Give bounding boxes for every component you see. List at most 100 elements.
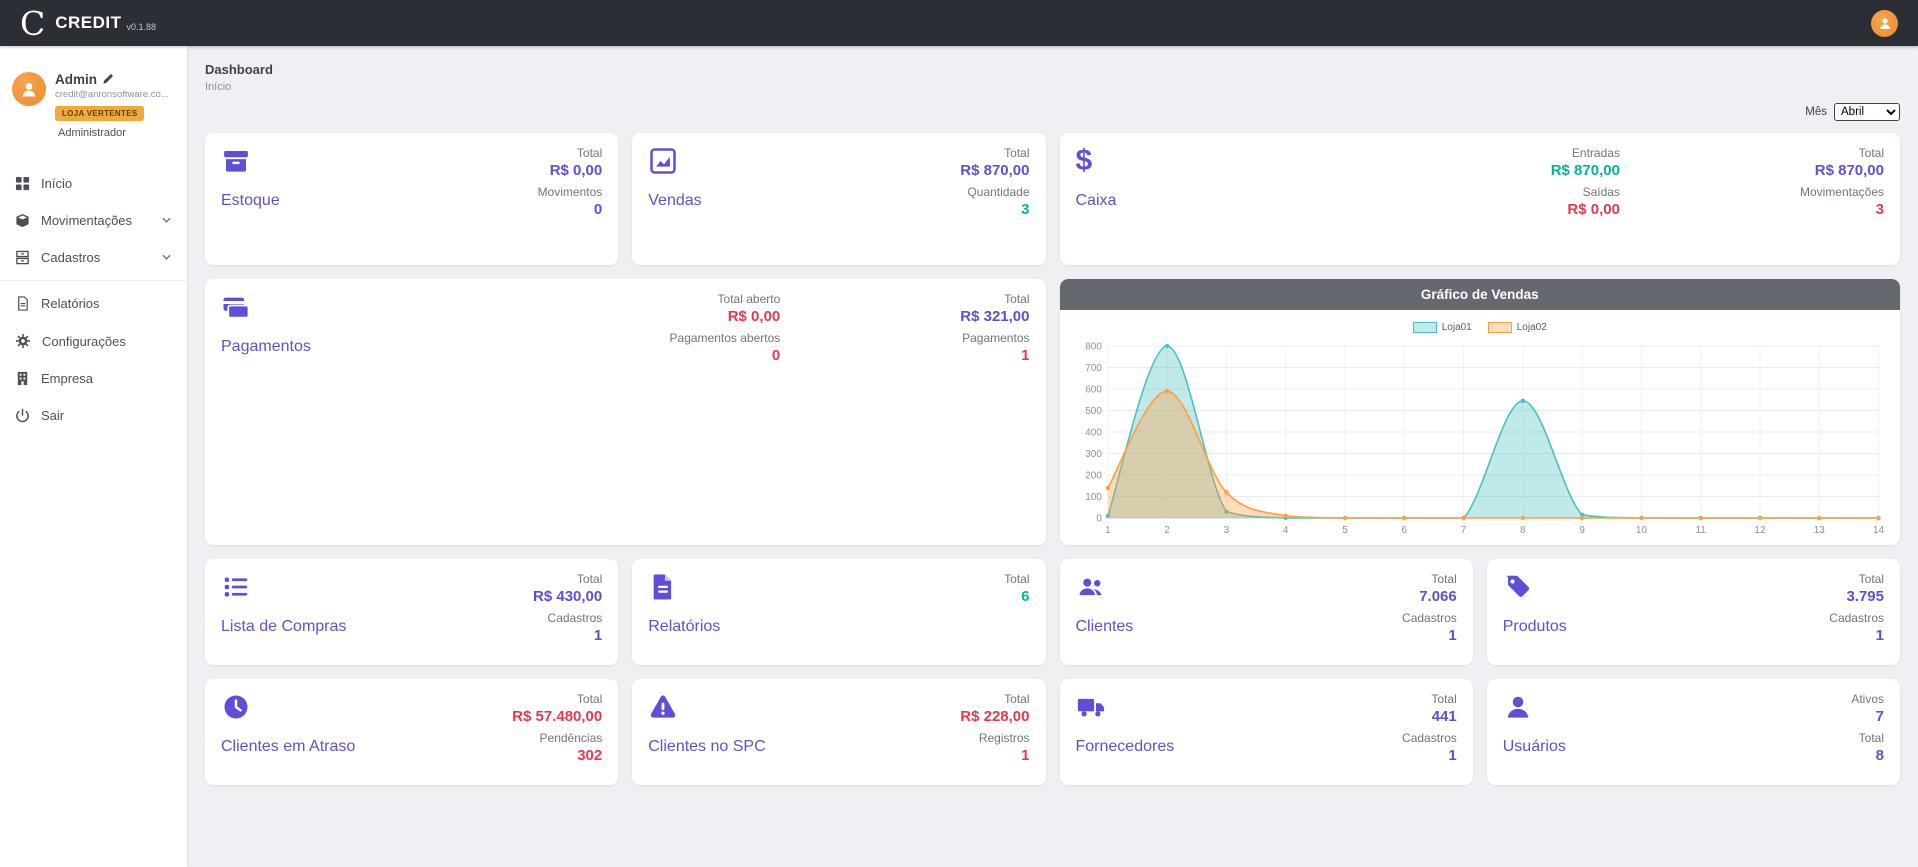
profile-name: Admin bbox=[55, 72, 97, 87]
svg-text:200: 200 bbox=[1085, 470, 1102, 481]
card-title-clientes-atraso[interactable]: Clientes em Atraso bbox=[221, 738, 355, 756]
svg-text:600: 600 bbox=[1085, 384, 1102, 395]
card-left: Relatórios bbox=[648, 572, 720, 636]
svg-text:12: 12 bbox=[1754, 525, 1766, 536]
sidebar-item-label: Sair bbox=[41, 408, 64, 423]
brand-name: CREDIT bbox=[55, 13, 121, 33]
stat-label: Cadastros bbox=[548, 611, 603, 627]
card-left: Fornecedores bbox=[1076, 692, 1175, 756]
stat-value: 7.066 bbox=[1419, 588, 1457, 607]
stat-column: Total R$ 321,00 Pagamentos 1 bbox=[960, 292, 1029, 371]
sidebar-item-empresa[interactable]: Empresa bbox=[0, 360, 187, 397]
sidebar-item-sair[interactable]: Sair bbox=[0, 397, 187, 434]
card-stats: Total 3.795 Cadastros 1 bbox=[1829, 572, 1884, 651]
card-title-estoque[interactable]: Estoque bbox=[221, 192, 280, 210]
sidebar-item-configuracoes[interactable]: Configurações bbox=[0, 322, 187, 360]
card-grafico-vendas: Gráfico de Vendas Loja01Loja02 010020030… bbox=[1060, 279, 1901, 545]
card-title-clientes[interactable]: Clientes bbox=[1076, 618, 1134, 636]
card-left: Estoque bbox=[221, 146, 280, 210]
building-icon bbox=[15, 371, 30, 386]
card-left: Clientes no SPC bbox=[648, 692, 765, 756]
legend-item[interactable]: Loja02 bbox=[1488, 322, 1547, 333]
sidebar-item-movimentacoes[interactable]: Movimentações bbox=[0, 202, 187, 239]
page-title: Dashboard bbox=[205, 62, 1900, 77]
box-icon bbox=[15, 213, 30, 228]
stat-label: Total bbox=[1431, 692, 1456, 708]
sidebar-item-label: Início bbox=[41, 176, 72, 191]
card-stats: Total R$ 0,00 Movimentos 0 bbox=[538, 146, 603, 225]
card-title-clientes-spc[interactable]: Clientes no SPC bbox=[648, 738, 765, 756]
stat-value: 8 bbox=[1876, 747, 1884, 766]
sidebar-item-relatorios[interactable]: Relatórios bbox=[0, 285, 187, 322]
card-title-caixa[interactable]: Caixa bbox=[1076, 192, 1117, 210]
stat-value: 7 bbox=[1876, 708, 1884, 727]
stat-label: Cadastros bbox=[1402, 611, 1457, 627]
card-vendas: Vendas Total R$ 870,00 Quantidade 3 bbox=[632, 133, 1045, 265]
edit-profile-icon[interactable] bbox=[102, 74, 113, 85]
stat-label: Total bbox=[1004, 292, 1029, 308]
stat-value: R$ 430,00 bbox=[533, 588, 602, 607]
card-usuarios: Usuários Ativos 7 Total 8 bbox=[1487, 679, 1900, 785]
stat-value: 1 bbox=[1876, 627, 1884, 646]
stat-label: Total bbox=[577, 692, 602, 708]
breadcrumb: Início bbox=[205, 81, 1900, 93]
card-stats: Total 7.066 Cadastros 1 bbox=[1402, 572, 1457, 651]
sidebar-item-cadastros[interactable]: Cadastros bbox=[0, 239, 187, 276]
card-title-usuarios[interactable]: Usuários bbox=[1503, 738, 1566, 756]
legend-label: Loja01 bbox=[1442, 322, 1472, 333]
stat-value: 302 bbox=[577, 747, 602, 766]
app-logo[interactable]: C bbox=[20, 7, 45, 40]
card-title-pagamentos[interactable]: Pagamentos bbox=[221, 338, 311, 356]
user-avatar-button[interactable] bbox=[1871, 10, 1898, 37]
card-stats: Total R$ 430,00 Cadastros 1 bbox=[533, 572, 602, 651]
profile-email: credit@anronsoftware.co... bbox=[55, 89, 169, 100]
stat-label: Total bbox=[1859, 572, 1884, 588]
stat-column: Total 3.795 Cadastros 1 bbox=[1829, 572, 1884, 651]
svg-text:700: 700 bbox=[1085, 363, 1102, 374]
user-icon bbox=[1503, 692, 1535, 724]
month-select[interactable]: Abril bbox=[1834, 103, 1900, 121]
svg-text:7: 7 bbox=[1460, 525, 1466, 536]
chart-legend: Loja01 Loja02 bbox=[1072, 320, 1889, 334]
card-title-lista-compras[interactable]: Lista de Compras bbox=[221, 618, 346, 636]
list-icon bbox=[221, 572, 253, 604]
card-title-fornecedores[interactable]: Fornecedores bbox=[1076, 738, 1175, 756]
stat-value: 1 bbox=[594, 627, 602, 646]
card-left: Usuários bbox=[1503, 692, 1566, 756]
stat-label: Total bbox=[1431, 572, 1456, 588]
card-left: Produtos bbox=[1503, 572, 1567, 636]
card-stats: Total aberto R$ 0,00 Pagamentos abertos … bbox=[670, 292, 1030, 371]
stat-column: Total R$ 430,00 Cadastros 1 bbox=[533, 572, 602, 651]
card-title-relatorios[interactable]: Relatórios bbox=[648, 618, 720, 636]
svg-text:100: 100 bbox=[1085, 492, 1102, 503]
stat-column: Total R$ 0,00 Movimentos 0 bbox=[538, 146, 603, 225]
credit-card-icon bbox=[221, 292, 253, 324]
stat-label: Ativos bbox=[1851, 692, 1884, 708]
stat-column: Total 6 bbox=[1004, 572, 1029, 611]
legend-item[interactable]: Loja01 bbox=[1413, 322, 1472, 333]
month-filter: Mês Abril bbox=[187, 93, 1918, 121]
stat-label: Entradas bbox=[1572, 146, 1620, 162]
card-lista-compras: Lista de Compras Total R$ 430,00 Cadastr… bbox=[205, 559, 618, 665]
card-title-produtos[interactable]: Produtos bbox=[1503, 618, 1567, 636]
main-content: Dashboard Início Mês Abril Estoque Total… bbox=[187, 46, 1918, 867]
inventory-icon bbox=[221, 146, 253, 178]
svg-text:3: 3 bbox=[1223, 525, 1229, 536]
stat-label: Total bbox=[577, 146, 602, 162]
chevron-down-icon bbox=[161, 215, 172, 226]
cards-grid: Estoque Total R$ 0,00 Movimentos 0 Venda… bbox=[205, 133, 1900, 785]
sidebar-item-inicio[interactable]: Início bbox=[0, 165, 187, 202]
card-stats: Total R$ 228,00 Registros 1 bbox=[960, 692, 1029, 771]
stat-column: Total R$ 870,00 Quantidade 3 bbox=[960, 146, 1029, 225]
stat-value: R$ 228,00 bbox=[960, 708, 1029, 727]
sidebar-item-label: Empresa bbox=[41, 371, 93, 386]
card-title-vendas[interactable]: Vendas bbox=[648, 192, 701, 210]
svg-text:500: 500 bbox=[1085, 406, 1102, 417]
clock-icon bbox=[221, 692, 253, 724]
chevron-down-icon bbox=[161, 252, 172, 263]
stat-value: 0 bbox=[772, 347, 780, 366]
svg-text:0: 0 bbox=[1096, 513, 1102, 524]
card-pagamentos: Pagamentos Total aberto R$ 0,00 Pagament… bbox=[205, 279, 1046, 545]
svg-text:1: 1 bbox=[1105, 525, 1111, 536]
card-stats: Ativos 7 Total 8 bbox=[1851, 692, 1884, 771]
